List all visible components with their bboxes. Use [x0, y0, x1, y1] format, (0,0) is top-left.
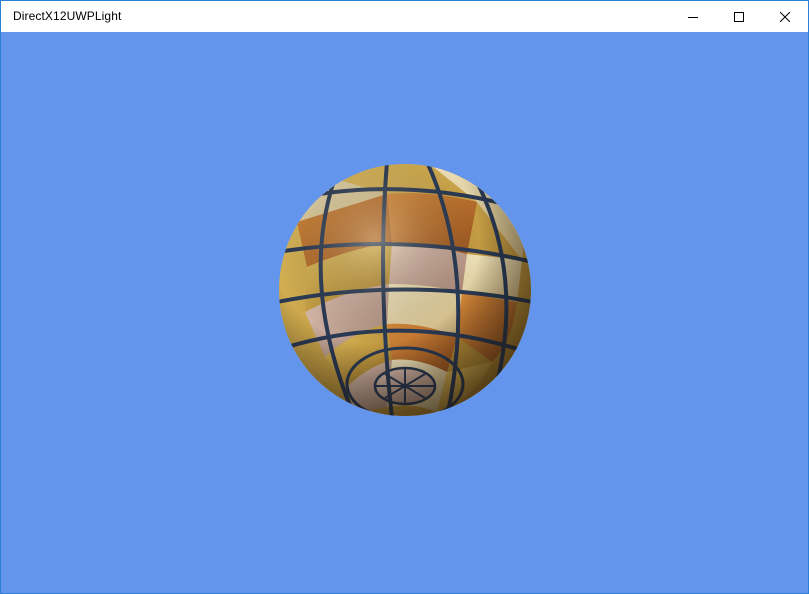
close-icon	[780, 11, 790, 22]
close-button[interactable]	[762, 1, 808, 32]
minimize-icon	[688, 12, 698, 22]
render-viewport[interactable]	[1, 32, 808, 593]
app-window: DirectX12UWPLight	[0, 0, 809, 594]
textured-sphere	[277, 162, 533, 418]
maximize-button[interactable]	[716, 1, 762, 32]
title-bar[interactable]: DirectX12UWPLight	[1, 1, 808, 32]
window-title: DirectX12UWPLight	[13, 9, 122, 23]
minimize-button[interactable]	[670, 1, 716, 32]
maximize-icon	[734, 11, 744, 22]
